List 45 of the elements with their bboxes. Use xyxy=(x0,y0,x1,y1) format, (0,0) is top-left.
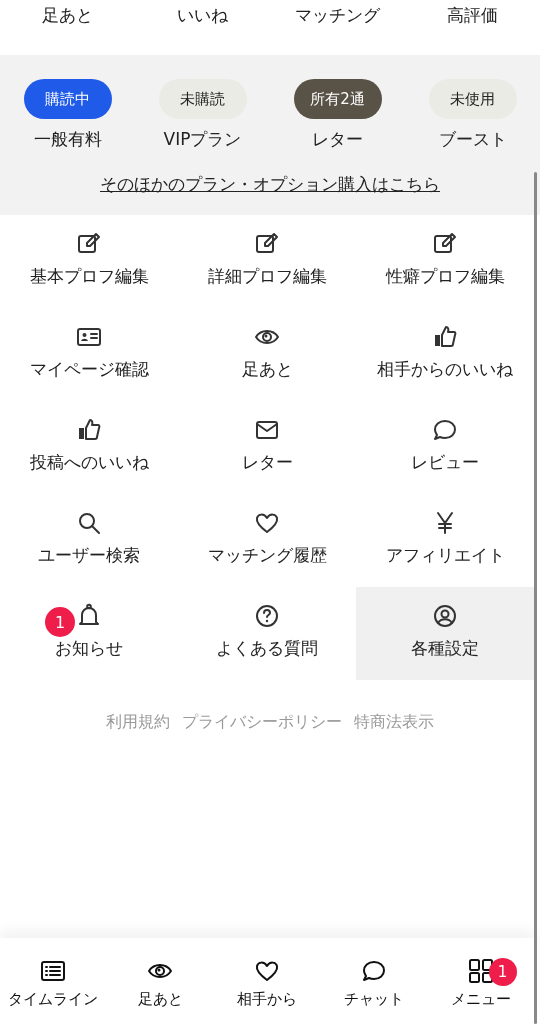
menu-item[interactable]: レビュー xyxy=(356,401,534,494)
menu-item[interactable]: お知らせ 1 xyxy=(0,587,178,680)
status-badge: 未購読 xyxy=(158,79,247,119)
status-badge: 未使用 xyxy=(428,79,517,119)
nav-tab[interactable]: タイムライン xyxy=(0,938,107,1024)
menu-item[interactable]: 詳細プロフ編集 xyxy=(178,215,356,308)
plans-link[interactable]: そのほかのプラン・オプション購入はこちら xyxy=(100,173,440,196)
thumbs-up-icon xyxy=(76,417,102,443)
menu-item[interactable]: ユーザー検索 xyxy=(0,494,178,587)
menu-item[interactable]: 性癖プロフ編集 xyxy=(356,215,534,308)
speech-bubble-icon xyxy=(432,417,458,443)
status-badge: 所有2通 xyxy=(293,79,382,119)
thumbs-up-icon xyxy=(432,324,458,350)
menu-item[interactable]: よくある質問 xyxy=(178,587,356,680)
menu-item[interactable]: 各種設定 xyxy=(356,587,534,680)
plan-name: レター xyxy=(312,128,363,151)
tab[interactable]: いいね xyxy=(177,4,228,27)
tab[interactable]: 足あと xyxy=(42,4,93,27)
plan-name: 一般有料 xyxy=(33,128,102,151)
search-icon xyxy=(76,510,102,536)
question-icon xyxy=(254,603,280,629)
nav-tab[interactable]: 足あと xyxy=(106,938,214,1024)
scrollbar[interactable] xyxy=(534,172,537,1024)
menu-item[interactable]: マイページ確認 xyxy=(0,308,178,401)
speech-bubble-icon xyxy=(360,958,387,984)
list-icon xyxy=(40,958,67,984)
tab[interactable]: マッチング xyxy=(295,4,380,27)
menu-item[interactable]: レター xyxy=(178,401,356,494)
notification-badge: 1 xyxy=(45,607,75,637)
grid-icon xyxy=(467,958,494,984)
menu-item[interactable]: アフィリエイト xyxy=(356,494,534,587)
plan-name: ブースト xyxy=(438,128,507,151)
nav-tab[interactable]: 相手から xyxy=(213,938,321,1024)
menu-item[interactable]: 相手からのいいね xyxy=(356,308,534,401)
status-badge: 購読中 xyxy=(23,79,112,119)
menu-item[interactable]: マッチング履歴 xyxy=(178,494,356,587)
nav-tab[interactable]: チャット xyxy=(320,938,428,1024)
tab[interactable]: 高評価 xyxy=(447,4,498,27)
menu-item[interactable]: 投稿へのいいね xyxy=(0,401,178,494)
user-circle-icon xyxy=(432,603,458,629)
plan-name: VIPプラン xyxy=(163,128,242,151)
menu-item[interactable]: 基本プロフ編集 xyxy=(0,215,178,308)
nav-tab[interactable]: メニュー 1 xyxy=(427,938,534,1024)
menu-item[interactable]: 足あと xyxy=(178,308,356,401)
notification-badge: 1 xyxy=(488,958,517,986)
